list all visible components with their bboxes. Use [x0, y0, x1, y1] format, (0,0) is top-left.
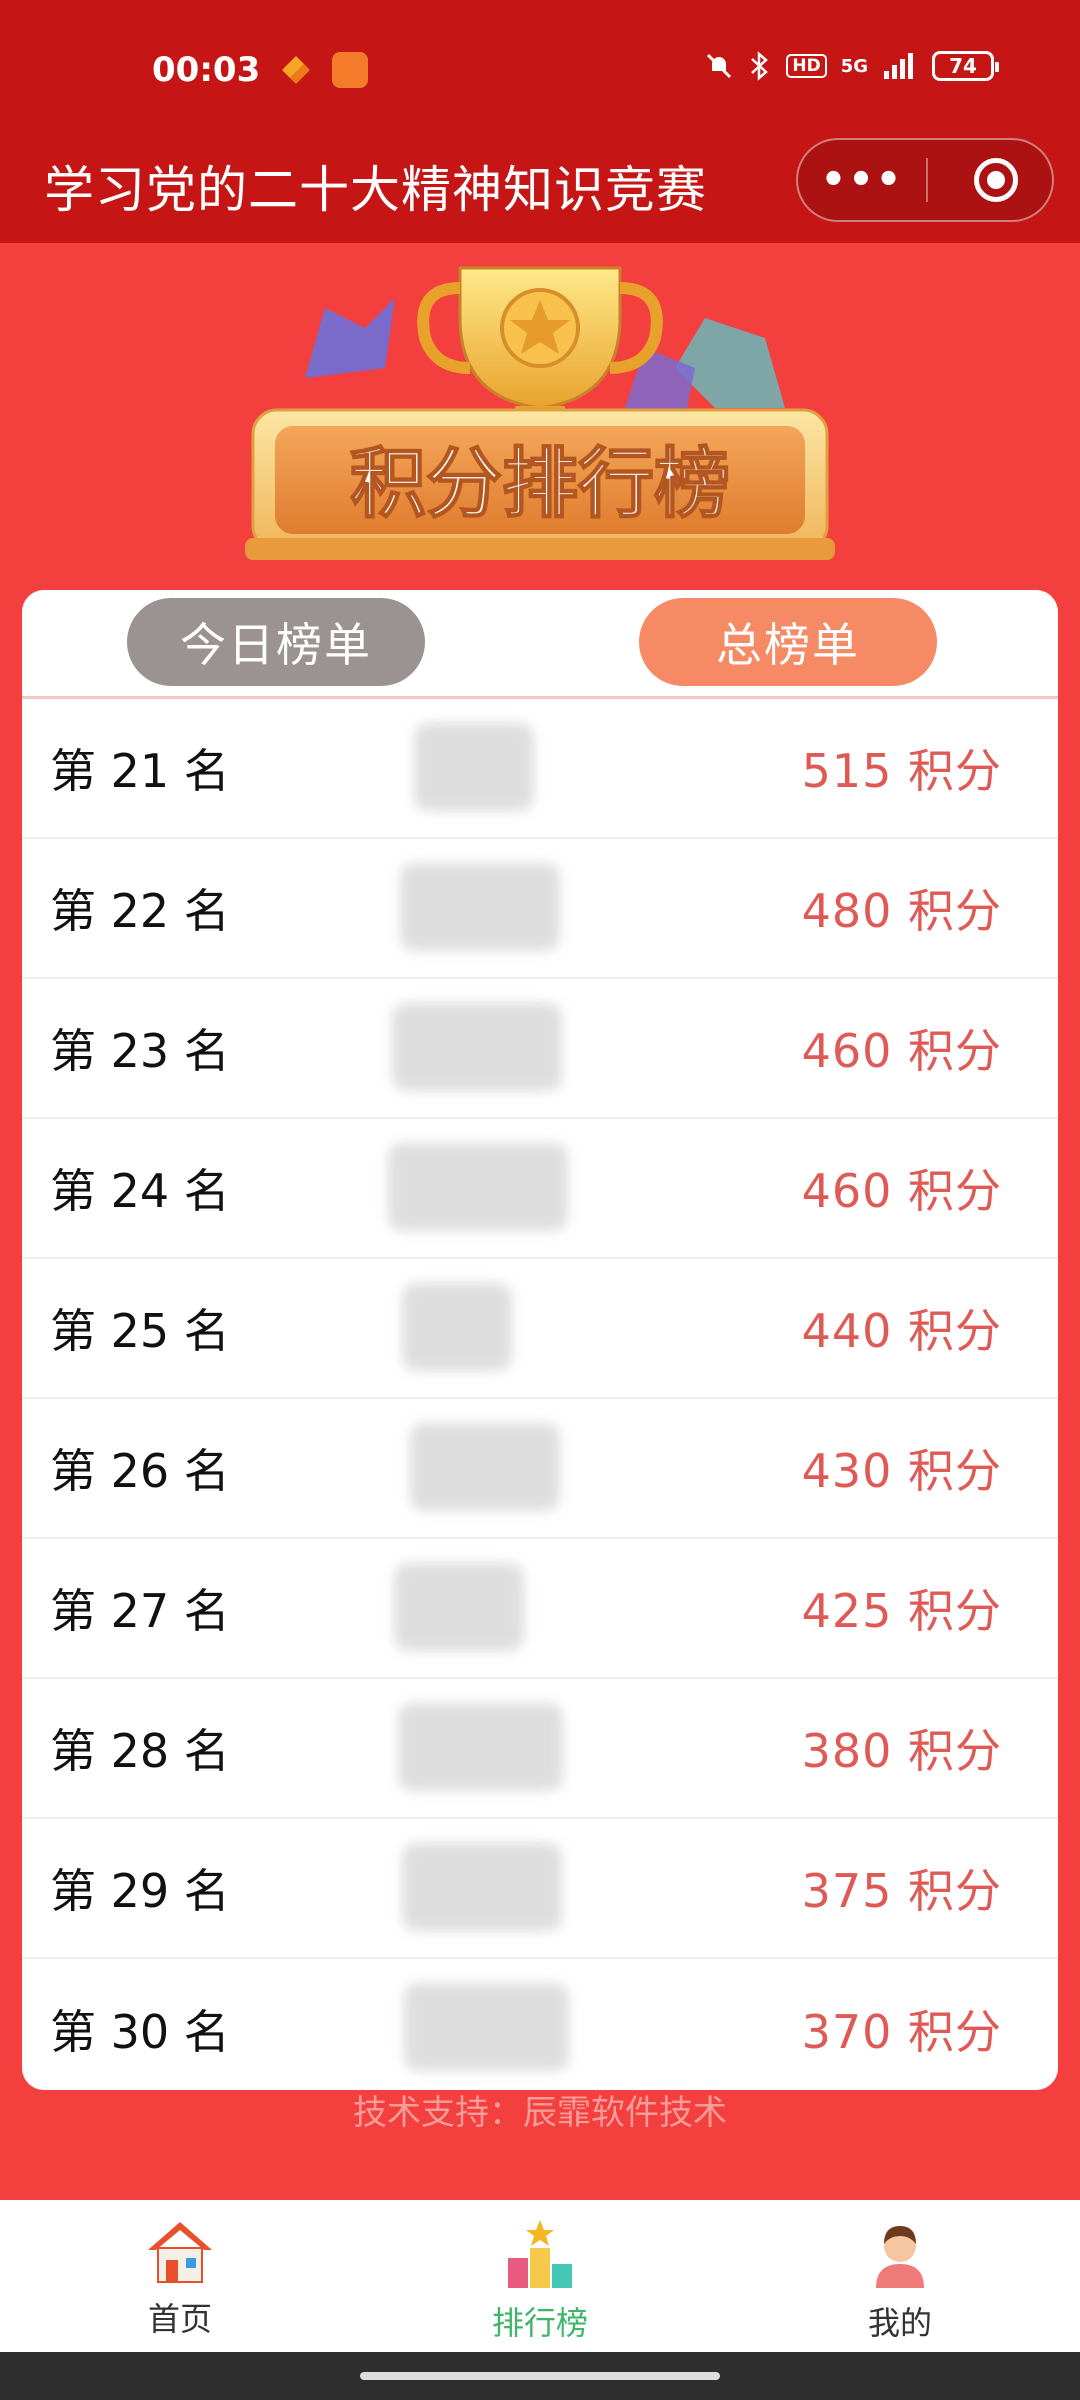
ranking-row: 第 23 名 460 积分 [22, 979, 1058, 1119]
ranking-row: 第 22 名 480 积分 [22, 839, 1058, 979]
network-label: 5G [840, 55, 868, 77]
score-label: 440 积分 [801, 1304, 1002, 1358]
battery-icon: 74 [932, 51, 999, 81]
rank-label: 第 29 名 [50, 1864, 230, 1918]
bottom-navigation: 首页 排行榜 我的 [0, 2200, 1080, 2352]
nav-ranking[interactable]: 排行榜 [440, 2218, 640, 2344]
score-label: 460 积分 [801, 1024, 1002, 1078]
rank-label: 第 23 名 [50, 1024, 230, 1078]
nav-me-label: 我的 [867, 2304, 932, 2342]
score-label: 430 积分 [801, 1444, 1002, 1498]
rank-label: 第 30 名 [50, 2005, 230, 2059]
redacted-name [414, 723, 534, 811]
podium-icon [508, 2220, 572, 2288]
ranking-row: 第 27 名 425 积分 [22, 1539, 1058, 1679]
redacted-name [410, 1423, 560, 1511]
status-indicators: HD 5G 74 [704, 50, 999, 82]
header-bar: 00:03 HD 5G 74 学习党的二十大精神知识竞赛 ••• [0, 0, 1080, 243]
redacted-name [404, 1983, 569, 2071]
notification-icons [276, 52, 368, 88]
tech-support-note: 技术支持：辰霏软件技术 [353, 2093, 727, 2133]
redacted-name [388, 1143, 568, 1231]
score-label: 460 积分 [801, 1164, 1002, 1218]
banner-title: 积分排行榜 [350, 439, 730, 528]
nav-home-label: 首页 [147, 2300, 212, 2338]
tab-today[interactable]: 今日榜单 [127, 598, 425, 686]
ranking-list: 第 21 名 515 积分 第 22 名 480 积分 第 23 名 460 积… [22, 699, 1058, 2090]
leaderboard-banner: 积分排行榜 [245, 266, 835, 560]
nav-ranking-label: 排行榜 [491, 2304, 588, 2342]
nav-me[interactable]: 我的 [800, 2218, 1000, 2344]
mini-program-capsule: ••• [796, 138, 1054, 222]
redacted-name [398, 1703, 563, 1791]
rank-label: 第 24 名 [50, 1164, 230, 1218]
tab-total[interactable]: 总榜单 [639, 598, 937, 686]
status-time: 00:03 [152, 50, 261, 90]
redacted-name [392, 1003, 562, 1091]
score-label: 515 积分 [801, 744, 1002, 798]
score-label: 370 积分 [801, 2005, 1002, 2059]
ranking-row: 第 30 名 370 积分 [22, 1959, 1058, 2090]
trophy-icon [417, 266, 663, 426]
mute-icon [707, 53, 732, 79]
rank-label: 第 26 名 [50, 1444, 230, 1498]
close-target-button[interactable] [974, 158, 1018, 202]
ranking-row: 第 21 名 515 积分 [22, 699, 1058, 839]
ranking-row: 第 28 名 380 积分 [22, 1679, 1058, 1819]
leaderboard-tabs: 今日榜单 总榜单 [22, 590, 1058, 699]
user-icon [876, 2226, 924, 2288]
ranking-row: 第 29 名 375 积分 [22, 1819, 1058, 1959]
ranking-row: 第 24 名 460 积分 [22, 1119, 1058, 1259]
ranking-row: 第 26 名 430 积分 [22, 1399, 1058, 1539]
signal-icon [884, 53, 913, 79]
more-menu-button[interactable]: ••• [798, 140, 926, 220]
leaderboard-card: 今日榜单 总榜单 第 21 名 515 积分 第 22 名 480 积分 第 2… [22, 590, 1058, 2090]
rank-label: 第 28 名 [50, 1724, 230, 1778]
heart-app-icon [282, 56, 310, 84]
rank-label: 第 27 名 [50, 1584, 230, 1638]
score-label: 425 积分 [801, 1584, 1002, 1638]
capsule-divider [926, 158, 928, 202]
rank-label: 第 25 名 [50, 1304, 230, 1358]
nav-home[interactable]: 首页 [80, 2218, 280, 2340]
score-label: 480 积分 [801, 884, 1002, 938]
app-notification-icon [332, 52, 368, 88]
gesture-bar[interactable] [0, 2352, 1080, 2400]
redacted-name [400, 863, 560, 951]
page-title: 学习党的二十大精神知识竞赛 [44, 161, 707, 219]
redacted-name [402, 1843, 562, 1931]
score-label: 380 积分 [801, 1724, 1002, 1778]
hd-badge: HD [786, 54, 827, 78]
home-icon [148, 2222, 212, 2283]
score-label: 375 积分 [801, 1864, 1002, 1918]
bluetooth-icon [751, 51, 769, 81]
rank-label: 第 22 名 [50, 884, 230, 938]
ranking-row: 第 25 名 440 积分 [22, 1259, 1058, 1399]
redacted-name [402, 1283, 512, 1371]
rank-label: 第 21 名 [50, 744, 230, 798]
redacted-name [394, 1563, 524, 1651]
